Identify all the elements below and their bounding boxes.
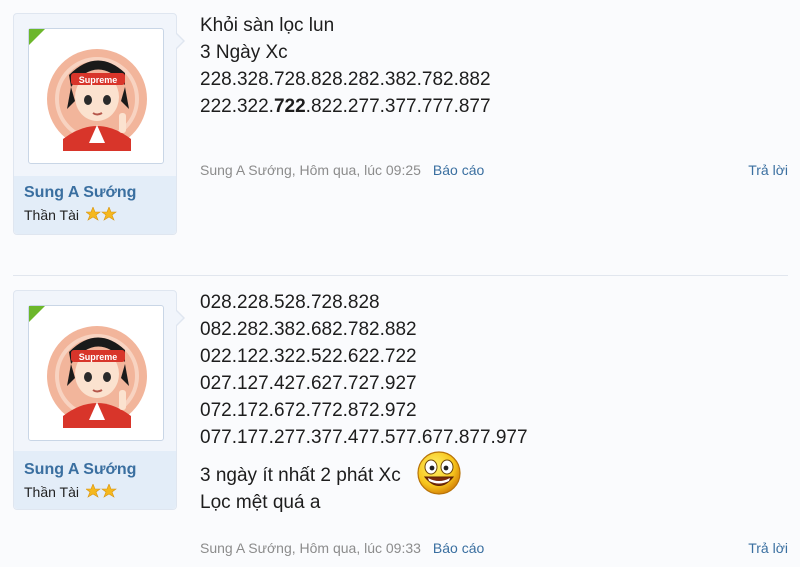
post-line: 077.177.277.377.477.577.677.877.977 bbox=[200, 427, 528, 448]
card-arrow bbox=[175, 309, 185, 327]
post-footer: Sung A Sướng, Hôm qua, lúc 09:25 Báo cáo … bbox=[200, 162, 788, 178]
username[interactable]: Sung A Sướng bbox=[24, 184, 136, 202]
post-line: 222.322.722.822.277.377.777.877 bbox=[200, 93, 788, 120]
post: Sung A Sướng Thần Tài 028.228.528.728.82… bbox=[0, 277, 800, 567]
smiley-icon bbox=[417, 451, 461, 495]
user-title-text: Thần Tài bbox=[24, 484, 79, 500]
avatar-image bbox=[45, 47, 149, 151]
post-line-text: 3 ngày ít nhất 2 phát Xc bbox=[200, 465, 401, 486]
online-flag-icon bbox=[29, 29, 45, 45]
post-line: 072.172.672.772.872.972 bbox=[200, 400, 417, 421]
avatar[interactable] bbox=[28, 305, 164, 441]
post-content: Khỏi sàn lọc lun 3 Ngày Xc 228.328.728.8… bbox=[200, 12, 788, 120]
user-title: Thần Tài bbox=[24, 484, 118, 500]
avatar[interactable] bbox=[28, 28, 164, 164]
post-content: 028.228.528.728.828 082.282.382.682.782.… bbox=[200, 289, 788, 516]
post-footer: Sung A Sướng, Hôm qua, lúc 09:33 Báo cáo … bbox=[200, 540, 788, 556]
user-title-text: Thần Tài bbox=[24, 207, 79, 223]
username[interactable]: Sung A Sướng bbox=[24, 461, 136, 479]
post-line: Lọc mệt quá a bbox=[200, 492, 321, 513]
user-card: Sung A Sướng Thần Tài bbox=[13, 13, 185, 235]
post-line: 3 ngày ít nhất 2 phát Xc bbox=[200, 451, 788, 495]
line-part: 222.322. bbox=[200, 96, 274, 117]
post-line: 028.228.528.728.828 bbox=[200, 292, 380, 313]
post-line: 082.282.382.682.782.882 bbox=[200, 319, 417, 340]
line-part: .822.277.377.777.877 bbox=[305, 96, 491, 117]
user-card: Sung A Sướng Thần Tài bbox=[13, 290, 185, 510]
online-flag-icon bbox=[29, 306, 45, 322]
post-divider bbox=[13, 275, 788, 276]
user-title: Thần Tài bbox=[24, 207, 118, 223]
post-meta[interactable]: Sung A Sướng, Hôm qua, lúc 09:25 bbox=[200, 162, 421, 178]
star-icon bbox=[85, 484, 117, 498]
avatar-image bbox=[45, 324, 149, 428]
line-bold: 722 bbox=[273, 96, 306, 117]
post-line: 022.122.322.522.622.722 bbox=[200, 346, 417, 367]
post-line: 3 Ngày Xc bbox=[200, 42, 288, 63]
star-icon bbox=[85, 207, 117, 221]
report-link[interactable]: Báo cáo bbox=[433, 540, 484, 556]
post-line: Khỏi sàn lọc lun bbox=[200, 15, 335, 36]
report-link[interactable]: Báo cáo bbox=[433, 162, 484, 178]
post: Sung A Sướng Thần Tài Khỏi sàn lọc lun 3… bbox=[0, 0, 800, 250]
post-meta[interactable]: Sung A Sướng, Hôm qua, lúc 09:33 bbox=[200, 540, 421, 556]
post-line: 228.328.728.828.282.382.782.882 bbox=[200, 69, 491, 90]
reply-link[interactable]: Trả lời bbox=[748, 162, 788, 178]
post-line: 027.127.427.627.727.927 bbox=[200, 373, 417, 394]
reply-link[interactable]: Trả lời bbox=[748, 540, 788, 556]
card-arrow bbox=[175, 32, 185, 50]
